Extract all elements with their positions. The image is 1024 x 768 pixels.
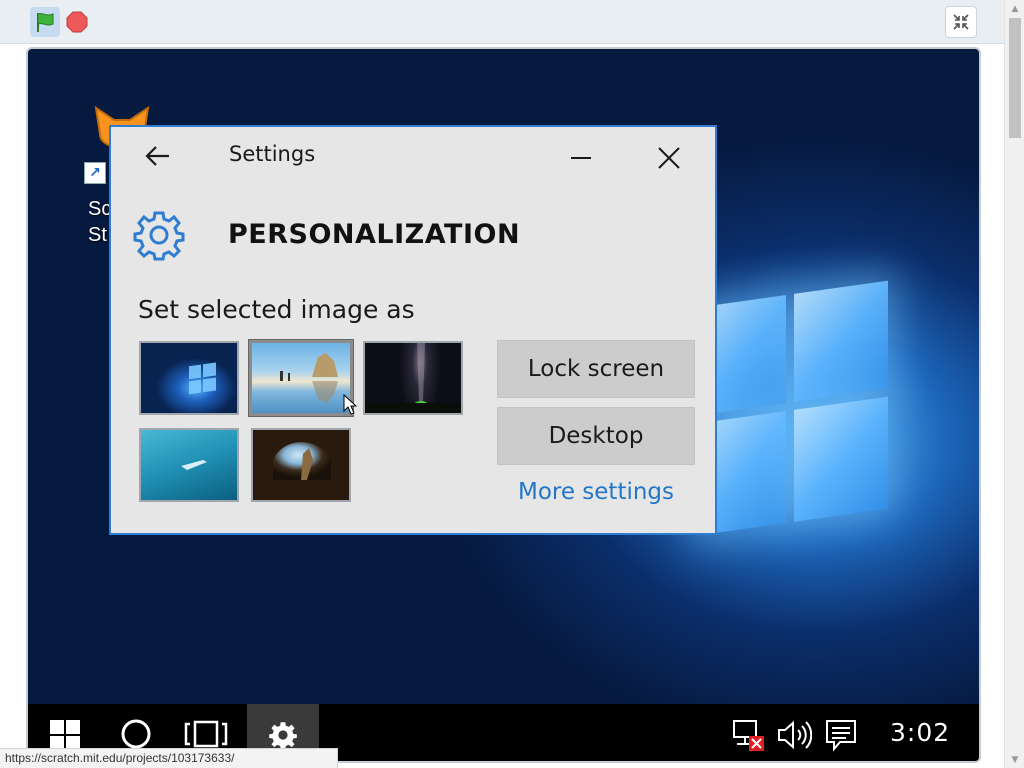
windows-logo-wallpaper — [698, 280, 888, 548]
wallpaper-thumbnail-beach-rock[interactable] — [248, 339, 354, 417]
volume-icon[interactable] — [776, 718, 812, 752]
settings-gear-icon — [269, 721, 297, 749]
cortana-search-icon[interactable] — [118, 716, 154, 752]
window-title: Settings — [229, 142, 316, 166]
section-title: PERSONALIZATION — [228, 219, 521, 250]
close-icon[interactable] — [654, 143, 684, 173]
green-flag-button[interactable] — [30, 7, 60, 37]
scroll-thumb[interactable] — [1009, 18, 1021, 138]
more-settings-link[interactable]: More settings — [497, 479, 695, 505]
wallpaper-thumbnail-underwater[interactable] — [139, 428, 239, 502]
exit-fullscreen-button[interactable] — [945, 6, 977, 38]
network-disconnected-icon[interactable] — [731, 718, 765, 752]
status-url-bar: https://scratch.mit.edu/projects/1031736… — [0, 748, 338, 768]
lock-screen-button[interactable]: Lock screen — [497, 340, 695, 398]
mouse-cursor-icon — [343, 394, 358, 415]
shortcut-arrow-icon: ↗ — [84, 162, 106, 184]
action-center-icon[interactable] — [824, 718, 858, 752]
scroll-up-arrow-icon[interactable]: ▲ — [1005, 0, 1024, 17]
project-stage[interactable]: ↗ Sc St Settings PERSONALIZATION Set sel… — [26, 47, 981, 763]
desktop-button[interactable]: Desktop — [497, 407, 695, 465]
stop-button[interactable] — [66, 11, 88, 33]
minimize-icon[interactable] — [566, 143, 596, 173]
shrink-icon — [953, 14, 969, 30]
scroll-down-arrow-icon[interactable]: ▼ — [1005, 751, 1024, 768]
page-scrollbar[interactable]: ▲ ▼ — [1004, 0, 1024, 768]
scratch-controls-bar — [0, 0, 1004, 44]
task-view-icon[interactable] — [183, 718, 229, 750]
green-flag-icon — [37, 13, 54, 32]
settings-window: Settings PERSONALIZATION Set selected im… — [109, 125, 717, 535]
wallpaper-thumbnail-starry-night[interactable] — [363, 341, 463, 415]
taskbar-clock[interactable]: 3:02 — [890, 718, 950, 747]
back-arrow-icon[interactable] — [143, 141, 173, 171]
wallpaper-thumbnail-windows-hero[interactable] — [139, 341, 239, 415]
set-image-label: Set selected image as — [138, 295, 415, 324]
windows-start-icon[interactable] — [48, 718, 82, 752]
stop-icon — [66, 11, 88, 33]
wallpaper-thumbnail-sea-cave[interactable] — [251, 428, 351, 502]
gear-icon — [133, 211, 185, 261]
